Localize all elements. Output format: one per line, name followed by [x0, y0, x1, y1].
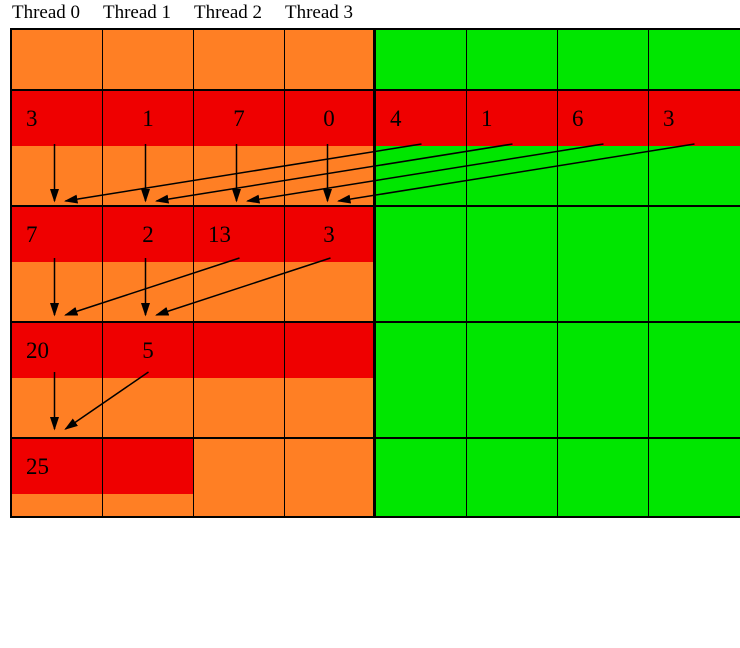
- grid-cell: [285, 323, 376, 378]
- thread-header-2: Thread 2: [194, 0, 285, 26]
- grid-cell: [285, 146, 376, 205]
- grid-cell: [103, 262, 194, 321]
- grid-cell: [558, 323, 649, 378]
- grid-cell: [376, 494, 467, 516]
- grid-cell: 0: [285, 91, 376, 146]
- grid-cell: [194, 146, 285, 205]
- grid-cell: [103, 378, 194, 437]
- grid-cell: [376, 146, 467, 205]
- grid-cell: [558, 378, 649, 437]
- thread-headers: Thread 0 Thread 1 Thread 2 Thread 3: [10, 0, 740, 26]
- grid-cell: [12, 146, 103, 205]
- grid-cell: 4: [376, 91, 467, 146]
- grid-cell: 13: [194, 207, 285, 262]
- grid-cell: [649, 439, 740, 494]
- grid-cell: 3: [649, 91, 740, 146]
- grid-cell: [194, 439, 285, 494]
- grid-cell: 20: [12, 323, 103, 378]
- grid-cell: [103, 146, 194, 205]
- grid-cell: [194, 378, 285, 437]
- grid-cell: 1: [103, 91, 194, 146]
- grid-cell: [376, 439, 467, 494]
- grid-cell: [285, 30, 376, 89]
- grid-cell: [649, 146, 740, 205]
- grid-cell: [194, 323, 285, 378]
- grid-cell: [558, 146, 649, 205]
- grid-cell: [285, 378, 376, 437]
- grid-cell: [467, 323, 558, 378]
- grid-cell: 1: [467, 91, 558, 146]
- grid-cell: [12, 378, 103, 437]
- grid-cell: [376, 30, 467, 89]
- grid-cell: [376, 262, 467, 321]
- thread-header-1: Thread 1: [103, 0, 194, 26]
- grid-cell: [103, 439, 194, 494]
- grid-cell: [103, 30, 194, 89]
- grid-cell: [285, 262, 376, 321]
- grid-cell: [376, 323, 467, 378]
- grid-cell: [194, 494, 285, 516]
- grid-cell: [376, 207, 467, 262]
- grid-cell: [649, 378, 740, 437]
- grid-cell: [467, 146, 558, 205]
- grid-cell: [12, 262, 103, 321]
- grid-cell: [558, 494, 649, 516]
- grid-cell: [285, 494, 376, 516]
- grid-cell: 6: [558, 91, 649, 146]
- grid-cell: [558, 30, 649, 89]
- grid-cell: [285, 439, 376, 494]
- grid-cell: [558, 439, 649, 494]
- grid-cell: [558, 262, 649, 321]
- grid-cell: [467, 30, 558, 89]
- grid-cell: 25: [12, 439, 103, 494]
- grid-cell: [467, 378, 558, 437]
- grid-cell: [467, 262, 558, 321]
- grid-cell: 2: [103, 207, 194, 262]
- grid-cell: [103, 494, 194, 516]
- grid-cell: [467, 494, 558, 516]
- grid-cell: 5: [103, 323, 194, 378]
- grid-cell: 7: [12, 207, 103, 262]
- grid-cell: [649, 30, 740, 89]
- grid-cell: [194, 262, 285, 321]
- grid-cell: [649, 262, 740, 321]
- grid-cell: 3: [12, 91, 103, 146]
- grid-cell: [12, 30, 103, 89]
- thread-header-3: Thread 3: [285, 0, 376, 26]
- grid-cell: [467, 439, 558, 494]
- grid-cell: [194, 30, 285, 89]
- grid-cell: [376, 378, 467, 437]
- grid-cell: [558, 207, 649, 262]
- grid-cell: [649, 494, 740, 516]
- grid-cell: 3: [285, 207, 376, 262]
- grid-cell: 7: [194, 91, 285, 146]
- grid-cell: [467, 207, 558, 262]
- grid-cell: [649, 323, 740, 378]
- reduction-grid: 317041637213320525: [10, 28, 740, 518]
- grid-cell: [649, 207, 740, 262]
- grid-cell: [12, 494, 103, 516]
- thread-header-0: Thread 0: [12, 0, 103, 26]
